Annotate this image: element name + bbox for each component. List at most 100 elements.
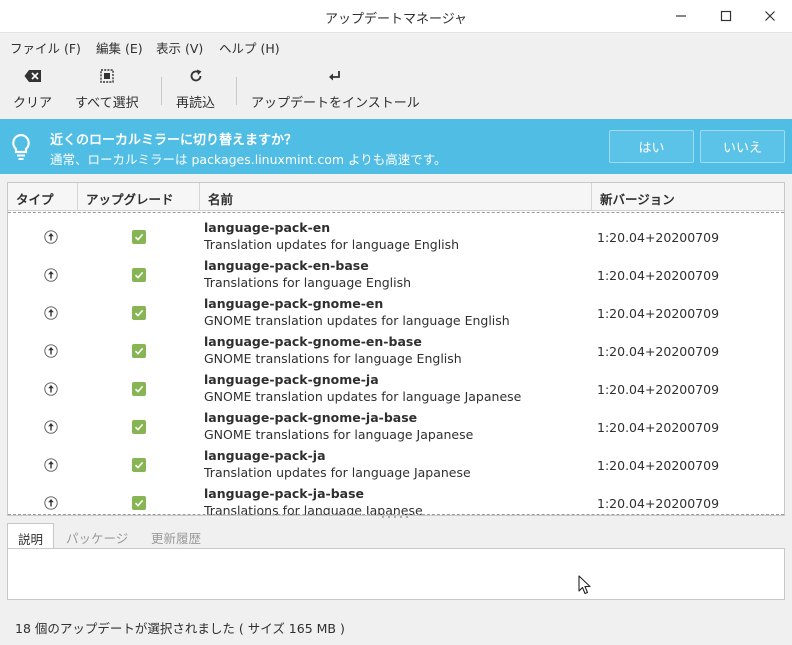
minimize-button[interactable] bbox=[668, 4, 694, 28]
column-name[interactable]: 名前 bbox=[200, 183, 592, 211]
menu-view[interactable]: 表示 (V) bbox=[156, 38, 203, 57]
package-version: 1:20.04+20200709 bbox=[597, 306, 720, 321]
package-name: language-pack-gnome-en bbox=[204, 296, 384, 311]
package-name: language-pack-gnome-en-base bbox=[204, 334, 422, 349]
menu-file[interactable]: ファイル (F) bbox=[10, 38, 81, 57]
upgrade-checkbox[interactable] bbox=[132, 382, 146, 396]
package-version: 1:20.04+20200709 bbox=[597, 496, 720, 511]
upgrade-arrow-icon bbox=[44, 496, 58, 510]
upgrade-arrow-icon bbox=[44, 382, 58, 396]
package-version: 1:20.04+20200709 bbox=[597, 420, 720, 435]
clear-button[interactable]: クリア bbox=[13, 67, 52, 113]
table-row[interactable]: language-pack-ja Translation updates for … bbox=[8, 444, 784, 482]
upgrade-checkbox[interactable] bbox=[132, 268, 146, 282]
infobar-title: 近くのローカルミラーに切り替えますか？ bbox=[50, 133, 298, 148]
enter-arrow-icon bbox=[329, 71, 341, 81]
reload-icon bbox=[190, 69, 201, 82]
checkmark-icon bbox=[134, 347, 144, 355]
toolbar: クリア すべて選択 再読込 アップデートをインストール bbox=[0, 59, 792, 119]
upgrade-arrow-icon bbox=[44, 268, 58, 282]
tab-changelog[interactable]: 更新履歴 bbox=[141, 523, 211, 549]
tab-description[interactable]: 説明 bbox=[7, 523, 55, 549]
details-tabs: 説明 パッケージ 更新履歴 bbox=[7, 523, 785, 549]
no-button[interactable]: いいえ bbox=[700, 130, 785, 163]
package-description: Translations for language English bbox=[204, 275, 412, 290]
status-bar-text: 18 個のアップデートが選択されました ( サイズ 165 MB ) bbox=[15, 621, 345, 636]
select-all-icon bbox=[100, 69, 114, 83]
package-description: Translation updates for language Japanes… bbox=[204, 465, 471, 480]
table-row[interactable]: language-pack-en-base Translations for la… bbox=[8, 254, 784, 292]
close-icon bbox=[765, 11, 775, 21]
lightbulb-icon bbox=[12, 133, 30, 160]
package-version: 1:20.04+20200709 bbox=[597, 344, 720, 359]
checkmark-icon bbox=[134, 423, 144, 431]
maximize-button[interactable] bbox=[713, 4, 739, 28]
toolbar-separator bbox=[161, 77, 162, 105]
package-description: GNOME translation updates for language E… bbox=[204, 313, 510, 328]
maximize-icon bbox=[720, 10, 732, 22]
select-all-button[interactable]: すべて選択 bbox=[75, 67, 139, 113]
upgrade-arrow-icon bbox=[44, 458, 58, 472]
menu-bar: ファイル (F) 編集 (E) 表示 (V) ヘルプ (H) bbox=[0, 33, 792, 59]
upgrade-arrow-icon bbox=[44, 420, 58, 434]
column-new-version[interactable]: 新バージョン bbox=[592, 183, 784, 211]
infobar-message: 通常、ローカルミラーは packages.linuxmint.com よりも高速… bbox=[50, 152, 447, 167]
table-row[interactable]: language-pack-ja-base Translations for la… bbox=[8, 482, 784, 515]
upgrade-checkbox[interactable] bbox=[132, 496, 146, 510]
package-description: GNOME translations for language Japanese bbox=[204, 427, 474, 442]
package-name: language-pack-en-base bbox=[204, 258, 369, 273]
package-name: language-pack-gnome-ja-base bbox=[204, 410, 418, 425]
yes-button[interactable]: はい bbox=[609, 130, 694, 163]
package-name: language-pack-gnome-ja bbox=[204, 372, 379, 387]
package-name: language-pack-en bbox=[204, 220, 331, 235]
checkmark-icon bbox=[134, 461, 144, 469]
package-name: language-pack-ja-base bbox=[204, 486, 365, 501]
install-updates-label: アップデートをインストール bbox=[251, 96, 420, 111]
pane-resize-handle[interactable] bbox=[380, 514, 410, 520]
backspace-icon bbox=[24, 70, 41, 82]
menu-help[interactable]: ヘルプ (H) bbox=[219, 38, 280, 57]
scroll-edge-top bbox=[8, 212, 784, 213]
upgrade-checkbox[interactable] bbox=[132, 420, 146, 434]
package-version: 1:20.04+20200709 bbox=[597, 382, 720, 397]
table-row[interactable]: language-pack-gnome-en-base GNOME transla… bbox=[8, 330, 784, 368]
mouse-pointer-icon bbox=[578, 575, 591, 595]
upgrade-arrow-icon bbox=[44, 306, 58, 320]
upgrade-arrow-icon bbox=[44, 344, 58, 358]
reload-button[interactable]: 再読込 bbox=[176, 67, 215, 113]
upgrade-checkbox[interactable] bbox=[132, 230, 146, 244]
package-version: 1:20.04+20200709 bbox=[597, 268, 720, 283]
checkmark-icon bbox=[134, 385, 144, 393]
checkmark-icon bbox=[134, 233, 144, 241]
column-type[interactable]: タイプ bbox=[8, 183, 78, 211]
package-version: 1:20.04+20200709 bbox=[597, 458, 720, 473]
upgrade-arrow-icon bbox=[44, 230, 58, 244]
upgrade-checkbox[interactable] bbox=[132, 306, 146, 320]
select-all-label: すべて選択 bbox=[75, 96, 139, 111]
table-row[interactable]: language-pack-gnome-en GNOME translation … bbox=[8, 292, 784, 330]
table-row[interactable]: language-pack-gnome-ja GNOME translation … bbox=[8, 368, 784, 406]
mirror-infobar: 近くのローカルミラーに切り替えますか？ 通常、ローカルミラーは packages… bbox=[0, 119, 792, 174]
title-bar: アップデートマネージャ bbox=[0, 0, 792, 33]
package-description: GNOME translation updates for language J… bbox=[204, 389, 522, 404]
package-description: GNOME translations for language English bbox=[204, 351, 462, 366]
minimize-icon bbox=[676, 15, 686, 17]
install-updates-button[interactable]: アップデートをインストール bbox=[251, 67, 420, 113]
table-row[interactable]: language-pack-gnome-ja-base GNOME transla… bbox=[8, 406, 784, 444]
package-version: 1:20.04+20200709 bbox=[597, 230, 720, 245]
checkmark-icon bbox=[134, 271, 144, 279]
tab-packages[interactable]: パッケージ bbox=[56, 523, 138, 549]
reload-label: 再読込 bbox=[176, 96, 216, 111]
clear-label: クリア bbox=[13, 96, 53, 111]
checkmark-icon bbox=[134, 309, 144, 317]
menu-edit[interactable]: 編集 (E) bbox=[96, 38, 143, 57]
package-description: Translation updates for language English bbox=[204, 237, 460, 252]
column-upgrade[interactable]: アップグレード bbox=[78, 183, 200, 211]
checkmark-icon bbox=[134, 499, 144, 507]
upgrade-checkbox[interactable] bbox=[132, 344, 146, 358]
table-row[interactable]: language-pack-en Translation updates for … bbox=[8, 216, 784, 254]
close-button[interactable] bbox=[757, 4, 783, 28]
upgrade-checkbox[interactable] bbox=[132, 458, 146, 472]
toolbar-separator bbox=[236, 77, 237, 105]
updates-table: タイプ アップグレード 名前 新バージョン language-pack-en Tr… bbox=[7, 182, 785, 516]
